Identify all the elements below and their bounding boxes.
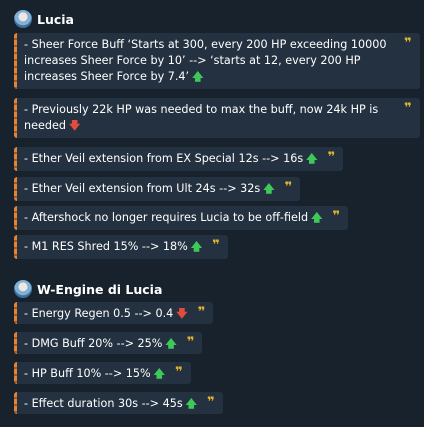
quote-accent-bar [14,332,17,354]
item-text: - M1 RES Shred 15% --> 18% [24,240,188,253]
quote-block: - Sheer Force Buff ‘Starts at 300, every… [14,33,420,89]
arrow-down-icon: 🡇 [68,119,81,132]
arrow-up-icon: 🡅 [185,397,197,410]
section-title: W-Engine di Lucia [37,281,163,297]
quote-icon[interactable]: ❞ [212,239,220,253]
item-text: - DMG Buff 20% --> 25% [24,337,163,350]
item-text: - HP Buff 10% --> 15% [24,367,151,380]
quote-icon[interactable]: ❞ [332,210,340,224]
quote-icon[interactable]: ❞ [285,181,293,195]
quote-accent-bar [14,302,17,324]
quote-accent-bar [14,177,17,201]
quote-icon[interactable]: ❞ [327,151,335,165]
item-text: - Ether Veil extension from Ult 24s --> … [24,182,261,195]
item-text: - Energy Regen 0.5 --> 0.4 [24,307,174,320]
quote-block: - DMG Buff 20% --> 25% 🡅 ❞ [14,332,203,354]
quote-block: - Ether Veil extension from Ult 24s --> … [14,177,301,201]
quote-block: - M1 RES Shred 15% --> 18% 🡅 ❞ [14,235,228,259]
avatar-icon [14,10,32,28]
item-text: - Ether Veil extension from EX Special 1… [24,152,304,165]
quote-block: - Aftershock no longer requires Lucia to… [14,206,349,230]
quote-block: - Ether Veil extension from EX Special 1… [14,147,344,171]
quote-icon[interactable]: ❞ [404,102,412,116]
item-text: - Sheer Force Buff ‘Starts at 300, every… [24,38,391,83]
arrow-up-icon: 🡅 [165,337,177,350]
quote-icon[interactable]: ❞ [207,396,215,410]
avatar-icon [14,280,32,298]
quote-accent-bar [14,206,17,230]
quote-accent-bar [14,33,17,89]
quote-icon[interactable]: ❞ [404,37,412,51]
quote-accent-bar [14,98,17,138]
quote-block: - Previously 22k HP was needed to max th… [14,98,420,138]
quote-accent-bar [14,235,17,259]
item-text: - Aftershock no longer requires Lucia to… [24,211,309,224]
arrow-up-icon: 🡅 [306,152,318,165]
arrow-up-icon: 🡅 [192,70,204,83]
section-header-w-engine: W-Engine di Lucia [14,279,162,299]
quote-icon[interactable]: ❞ [187,336,195,350]
quote-accent-bar [14,147,17,171]
section-header-lucia: Lucia [14,9,74,29]
arrow-up-icon: 🡅 [190,240,203,253]
quote-block: - Effect duration 30s --> 45s 🡅 ❞ [14,392,223,414]
section-title: Lucia [37,11,74,27]
quote-accent-bar [14,362,17,384]
item-text: - Effect duration 30s --> 45s [24,397,183,410]
arrow-up-icon: 🡅 [153,367,165,380]
quote-accent-bar [14,392,17,414]
arrow-up-icon: 🡅 [311,211,323,224]
arrow-down-icon: 🡇 [176,307,188,320]
quote-block: - Energy Regen 0.5 --> 0.4 🡇 ❞ [14,302,214,324]
quote-block: - HP Buff 10% --> 15% 🡅 ❞ [14,362,191,384]
arrow-up-icon: 🡅 [263,182,275,195]
quote-icon[interactable]: ❞ [175,366,183,380]
quote-icon[interactable]: ❞ [198,306,206,320]
